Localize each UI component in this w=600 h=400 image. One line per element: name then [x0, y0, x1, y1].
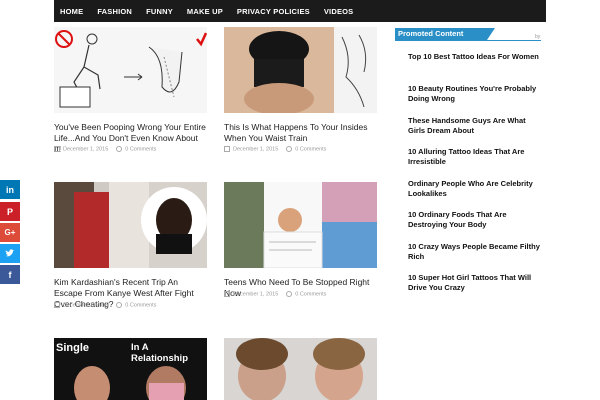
promoted-divider: [395, 40, 541, 41]
article-title[interactable]: This Is What Happens To Your Insides Whe…: [224, 122, 377, 144]
nav-funny[interactable]: FUNNY: [139, 7, 180, 16]
lookalike-photo: [224, 338, 377, 400]
article-thumbnail[interactable]: [224, 182, 377, 268]
date: December 1, 2015: [54, 302, 108, 308]
facebook-icon: f: [8, 269, 12, 280]
calendar-icon: [54, 146, 60, 152]
promoted-item[interactable]: These Handsome Guys Are What Girls Dream…: [408, 116, 543, 136]
article-thumbnail[interactable]: [54, 27, 207, 113]
promoted-item[interactable]: 10 Beauty Routines You're Probably Doing…: [408, 84, 543, 104]
linkedin-icon: in: [6, 184, 14, 195]
twitter-icon: [5, 249, 15, 257]
pinterest-share-button[interactable]: P: [0, 202, 20, 221]
date: December 1, 2015: [54, 146, 108, 152]
comments[interactable]: 0 Comments: [116, 146, 156, 152]
calendar-icon: [54, 302, 60, 308]
article-thumbnail[interactable]: Single In A Relationship: [54, 338, 207, 400]
nav-fashion[interactable]: FASHION: [90, 7, 139, 16]
facebook-share-button[interactable]: f: [0, 265, 20, 284]
relationship-caption: In A Relationship: [131, 342, 189, 364]
promoted-by-label[interactable]: by: [535, 34, 540, 40]
teens-collage-photo: [224, 182, 377, 268]
kardashian-photo: [54, 182, 207, 268]
nav-videos[interactable]: VIDEOS: [317, 7, 361, 16]
nav-home[interactable]: HOME: [54, 7, 90, 16]
comments[interactable]: 0 Comments: [286, 146, 326, 152]
date-text: December 1, 2015: [63, 146, 109, 153]
comment-icon: [286, 291, 293, 297]
article-meta: December 1, 2015 0 Comments: [54, 302, 156, 308]
calendar-icon: [224, 146, 230, 152]
promoted-content-heading: Promoted Content: [395, 28, 495, 40]
date-text: December 1, 2015: [233, 291, 279, 298]
comments-text[interactable]: 0 Comments: [125, 146, 156, 152]
nav-make-up[interactable]: MAKE UP: [180, 7, 230, 16]
date: December 1, 2015: [224, 291, 278, 297]
comment-icon: [116, 146, 123, 152]
top-nav: HOME FASHION FUNNY MAKE UP PRIVACY POLIC…: [54, 0, 546, 22]
googleplus-icon: G+: [4, 228, 16, 237]
article-thumbnail[interactable]: [54, 182, 207, 268]
comments-text[interactable]: 0 Comments: [125, 302, 156, 308]
promoted-item[interactable]: 10 Alluring Tattoo Ideas That Are Irresi…: [408, 147, 543, 167]
promoted-item[interactable]: Top 10 Best Tattoo Ideas For Women: [408, 52, 543, 62]
comments[interactable]: 0 Comments: [116, 302, 156, 308]
comments[interactable]: 0 Comments: [286, 291, 326, 297]
pinterest-icon: P: [6, 206, 13, 217]
comments-text[interactable]: 0 Comments: [295, 146, 326, 152]
calendar-icon: [224, 291, 230, 297]
nav-privacy-policies[interactable]: PRIVACY POLICIES: [230, 7, 317, 16]
article-thumbnail[interactable]: [224, 338, 377, 400]
googleplus-share-button[interactable]: G+: [0, 223, 20, 242]
twitter-share-button[interactable]: [0, 244, 20, 263]
toilet-illustration: [54, 27, 207, 113]
article-meta: December 1, 2015 0 Comments: [224, 291, 326, 297]
promoted-item[interactable]: Ordinary People Who Are Celebrity Lookal…: [408, 179, 543, 199]
single-caption: Single: [56, 342, 90, 354]
date-text: December 1, 2015: [63, 302, 109, 309]
comments-text[interactable]: 0 Comments: [295, 291, 326, 297]
waist-trainer-photo: [224, 27, 377, 113]
linkedin-share-button[interactable]: in: [0, 180, 20, 199]
date-text: December 1, 2015: [233, 146, 279, 153]
comment-icon: [286, 146, 293, 152]
promoted-item[interactable]: 10 Crazy Ways People Became Filthy Rich: [408, 242, 543, 262]
date: December 1, 2015: [224, 146, 278, 152]
article-meta: December 1, 2015 0 Comments: [54, 146, 156, 152]
article-thumbnail[interactable]: [224, 27, 377, 113]
promoted-item[interactable]: 10 Ordinary Foods That Are Destroying Yo…: [408, 210, 543, 230]
comment-icon: [116, 302, 123, 308]
promoted-item[interactable]: 10 Super Hot Girl Tattoos That Will Driv…: [408, 273, 543, 293]
article-meta: December 1, 2015 0 Comments: [224, 146, 326, 152]
